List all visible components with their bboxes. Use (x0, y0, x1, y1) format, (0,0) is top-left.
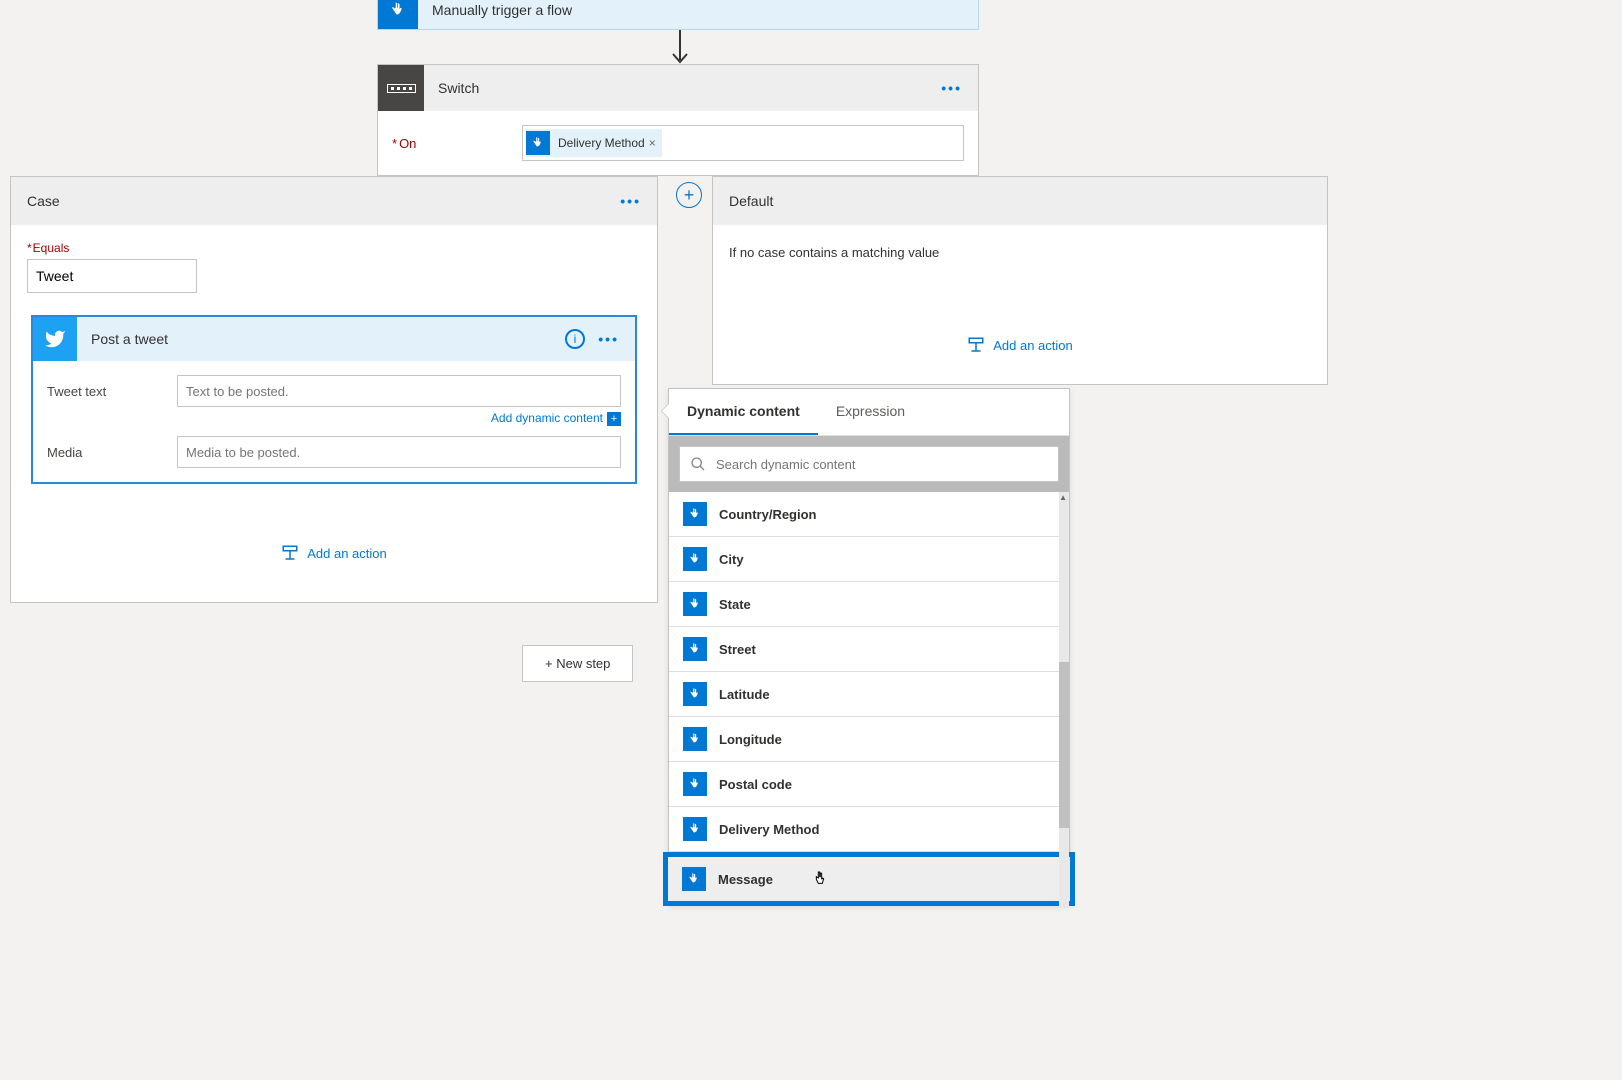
add-case-button[interactable]: + (676, 182, 702, 208)
tweet-title: Post a tweet (77, 331, 168, 347)
tweet-menu[interactable]: ••• (598, 331, 619, 347)
pointer-icon (683, 682, 707, 706)
default-card: Default If no case contains a matching v… (712, 176, 1328, 385)
tweet-text-label: Tweet text (47, 384, 177, 399)
tab-expression[interactable]: Expression (818, 389, 923, 435)
dynamic-item[interactable]: City (669, 537, 1069, 582)
case-title: Case (27, 193, 60, 209)
dynamic-item-message[interactable]: Message (663, 852, 1075, 906)
scrollbar-thumb[interactable] (1059, 662, 1069, 828)
default-add-action[interactable]: Add an action (713, 280, 1327, 384)
dynamic-item[interactable]: Street (669, 627, 1069, 672)
dynamic-item-label: Latitude (719, 687, 770, 702)
pointer-icon (683, 727, 707, 751)
plus-icon: + (607, 412, 621, 426)
default-header[interactable]: Default (713, 177, 1327, 225)
search-icon (690, 456, 706, 472)
on-label: On (392, 136, 522, 151)
switch-card: Switch ••• On Delivery Method × (377, 64, 979, 176)
pointer-icon (526, 131, 550, 155)
case-add-action[interactable]: Add an action (11, 504, 657, 602)
info-icon[interactable]: i (565, 329, 585, 349)
switch-menu[interactable]: ••• (941, 80, 962, 96)
dynamic-item-label: Message (718, 872, 773, 887)
token-remove[interactable]: × (649, 136, 656, 150)
default-body-text: If no case contains a matching value (713, 225, 1327, 280)
tweet-media-input[interactable] (177, 436, 621, 468)
dynamic-item-label: Postal code (719, 777, 792, 792)
dynamic-content-panel: Dynamic content Expression Country/Regio… (668, 388, 1070, 905)
arrow-down-icon (670, 30, 690, 66)
dynamic-item[interactable]: Country/Region (669, 492, 1069, 537)
pointer-icon (683, 817, 707, 841)
token-delivery-method: Delivery Method × (526, 129, 662, 157)
trigger-label: Manually trigger a flow (418, 2, 572, 18)
switch-title: Switch (424, 80, 479, 96)
dynamic-item-label: Street (719, 642, 756, 657)
dynamic-search-input[interactable] (679, 446, 1059, 482)
pointer-icon (683, 547, 707, 571)
equals-label: Equals (27, 241, 641, 255)
add-dynamic-content-link[interactable]: Add dynamic content+ (47, 411, 621, 426)
tweet-text-input[interactable] (177, 375, 621, 407)
dynamic-item-label: Longitude (719, 732, 782, 747)
dynamic-item-label: State (719, 597, 751, 612)
switch-header[interactable]: Switch ••• (378, 65, 978, 111)
pointer-icon (683, 502, 707, 526)
new-step-button[interactable]: + New step (522, 645, 633, 682)
cursor-icon (813, 869, 829, 890)
token-label: Delivery Method (558, 136, 645, 150)
default-title: Default (729, 193, 773, 209)
equals-input[interactable] (27, 259, 197, 293)
dynamic-item-label: Country/Region (719, 507, 817, 522)
tab-dynamic-content[interactable]: Dynamic content (669, 389, 818, 435)
dynamic-item-label: Delivery Method (719, 822, 819, 837)
dynamic-item[interactable]: Postal code (669, 762, 1069, 807)
pointer-icon (683, 637, 707, 661)
pointer-icon (683, 592, 707, 616)
scroll-up-icon[interactable]: ▲ (1059, 493, 1067, 502)
post-tweet-card: Post a tweet i ••• Tweet text Add dynami… (31, 315, 637, 484)
dynamic-item[interactable]: State (669, 582, 1069, 627)
switch-icon (378, 65, 424, 111)
dynamic-list: Country/Region City State Street Latitud… (669, 492, 1069, 906)
tweet-header[interactable]: Post a tweet i ••• (33, 317, 635, 361)
pointer-icon (378, 0, 418, 30)
dynamic-item[interactable]: Longitude (669, 717, 1069, 762)
case-card: Case ••• Equals Post a tweet i ••• Tweet… (10, 176, 658, 603)
dynamic-item[interactable]: Latitude (669, 672, 1069, 717)
twitter-icon (33, 317, 77, 361)
dynamic-item-label: City (719, 552, 744, 567)
dynamic-item[interactable]: Delivery Method (669, 807, 1069, 852)
case-header[interactable]: Case ••• (11, 177, 657, 225)
pointer-icon (683, 772, 707, 796)
tweet-media-label: Media (47, 445, 177, 460)
on-input[interactable]: Delivery Method × (522, 125, 964, 161)
trigger-card[interactable]: Manually trigger a flow (377, 0, 979, 30)
case-menu[interactable]: ••• (620, 193, 641, 209)
pointer-icon (682, 867, 706, 891)
